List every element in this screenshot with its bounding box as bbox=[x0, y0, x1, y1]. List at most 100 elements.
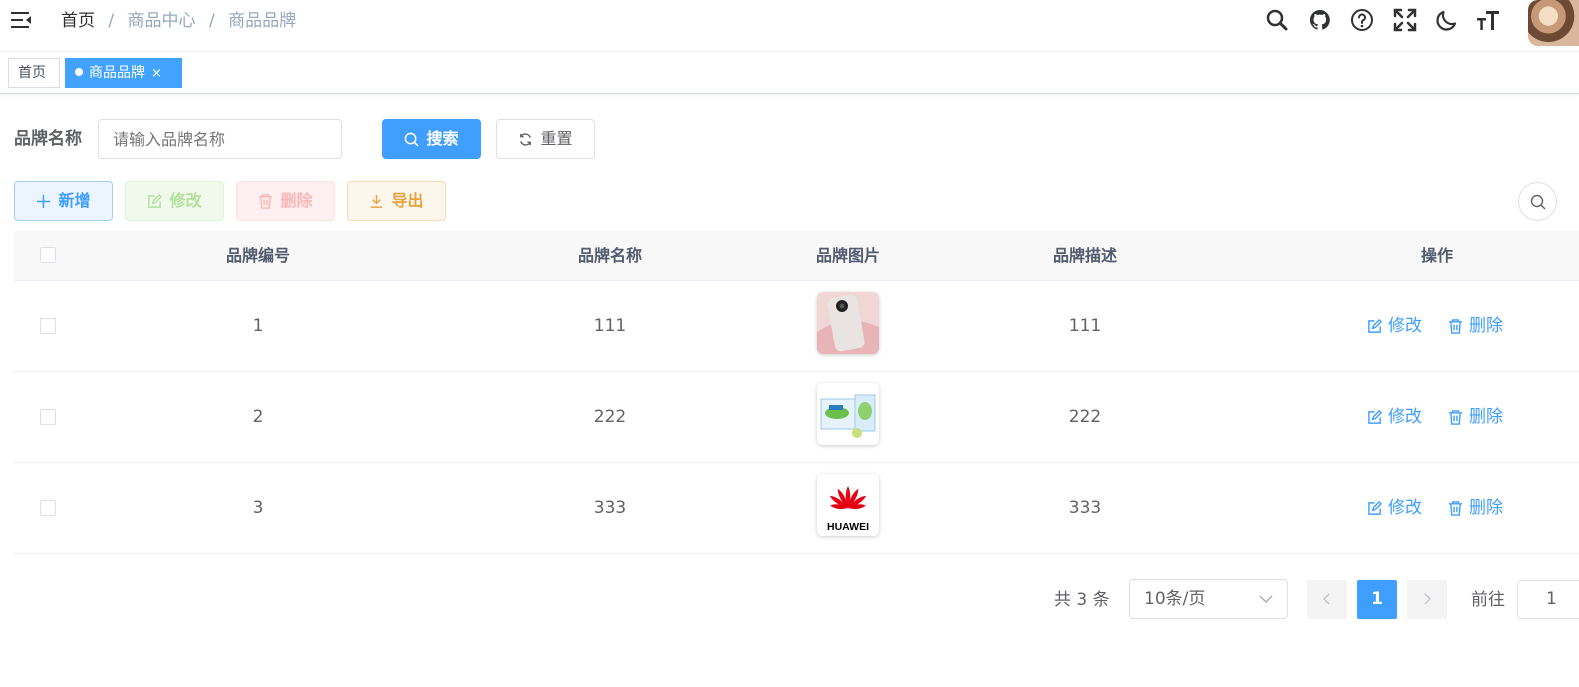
breadcrumb-home[interactable]: 首页 bbox=[61, 11, 95, 31]
goto-label: 前往 bbox=[1471, 590, 1505, 610]
row-delete-label: 删除 bbox=[1469, 316, 1503, 336]
edit-icon bbox=[1368, 318, 1383, 333]
pagination-total: 共 3 条 bbox=[1054, 590, 1110, 610]
table-row: 1 111 111 修改 删除 bbox=[14, 281, 1579, 372]
trash-icon bbox=[1448, 410, 1463, 425]
trash-icon bbox=[1448, 319, 1463, 334]
chevron-down-icon bbox=[1259, 595, 1273, 603]
breadcrumb: 首页 / 商品中心 / 商品品牌 bbox=[61, 9, 296, 33]
row-delete-label: 删除 bbox=[1469, 407, 1503, 427]
fullscreen-icon[interactable] bbox=[1393, 8, 1417, 32]
row-checkbox[interactable] bbox=[40, 318, 56, 334]
breadcrumb-item-goods-center: 商品中心 bbox=[127, 11, 196, 31]
search-icon bbox=[1530, 194, 1546, 210]
trash-icon bbox=[1448, 501, 1463, 516]
cell-brand-name: 222 bbox=[593, 407, 627, 427]
brand-table: 品牌编号 品牌名称 品牌图片 品牌描述 操作 1 111 111 修改 删除 2… bbox=[14, 231, 1579, 554]
table-row: 3 333 HUAWEI 333 修改 删除 bbox=[14, 463, 1579, 554]
huawei-logo-text: HUAWEI bbox=[827, 521, 869, 533]
row-edit-link[interactable]: 修改 bbox=[1367, 281, 1422, 371]
trash-icon bbox=[258, 185, 273, 223]
hamburger-menu-icon[interactable] bbox=[10, 10, 32, 30]
search-button[interactable]: 搜索 bbox=[382, 119, 481, 159]
column-header-brand-desc: 品牌描述 bbox=[1052, 246, 1117, 265]
brand-name-label: 品牌名称 bbox=[14, 129, 82, 149]
cell-brand-id: 2 bbox=[252, 407, 264, 427]
phone-image[interactable] bbox=[817, 292, 879, 354]
edit-icon bbox=[1368, 409, 1383, 424]
page-size-select[interactable]: 10条/页 bbox=[1129, 579, 1288, 619]
huawei-logo[interactable]: HUAWEI bbox=[817, 474, 879, 536]
tissue-pack-image[interactable] bbox=[817, 383, 879, 445]
tag-goods-brand-label: 商品品牌 bbox=[89, 65, 145, 81]
github-icon[interactable] bbox=[1308, 8, 1332, 32]
row-checkbox[interactable] bbox=[40, 500, 56, 516]
delete-button[interactable]: 删除 bbox=[236, 181, 335, 221]
tag-home[interactable]: 首页 bbox=[8, 58, 60, 88]
add-button-label: 新增 bbox=[58, 191, 91, 210]
breadcrumb-separator: / bbox=[208, 11, 215, 31]
plus-icon bbox=[36, 185, 51, 223]
edit-icon bbox=[147, 185, 163, 223]
dark-mode-moon-icon[interactable] bbox=[1435, 8, 1459, 32]
navbar: 首页 / 商品中心 / 商品品牌 bbox=[0, 0, 1579, 52]
breadcrumb-separator: / bbox=[108, 11, 115, 31]
cell-brand-id: 1 bbox=[252, 316, 264, 336]
search-icon bbox=[404, 123, 420, 161]
cell-brand-desc: 333 bbox=[1068, 498, 1102, 518]
help-icon[interactable] bbox=[1350, 8, 1374, 32]
prev-page-button[interactable] bbox=[1307, 580, 1347, 619]
row-edit-label: 修改 bbox=[1388, 316, 1422, 336]
chevron-left-icon bbox=[1323, 593, 1330, 605]
table-row: 2 222 222 修改 删除 bbox=[14, 372, 1579, 463]
column-header-brand-image: 品牌图片 bbox=[815, 246, 880, 265]
row-checkbox[interactable] bbox=[40, 409, 56, 425]
row-delete-link[interactable]: 删除 bbox=[1448, 281, 1503, 371]
goto-page-input[interactable]: 1 bbox=[1517, 580, 1579, 619]
column-header-actions: 操作 bbox=[1420, 246, 1453, 265]
search-icon[interactable] bbox=[1265, 8, 1289, 32]
user-avatar[interactable] bbox=[1528, 0, 1579, 46]
cell-brand-desc: 111 bbox=[1068, 316, 1102, 336]
toggle-search-button[interactable] bbox=[1518, 182, 1557, 221]
column-header-brand-name: 品牌名称 bbox=[577, 246, 642, 265]
row-delete-link[interactable]: 删除 bbox=[1448, 463, 1503, 553]
tags-view: 首页 商品品牌 × bbox=[0, 53, 1579, 94]
next-page-button[interactable] bbox=[1407, 580, 1447, 619]
brand-name-input[interactable] bbox=[98, 119, 342, 159]
edit-icon bbox=[1368, 500, 1383, 515]
row-edit-link[interactable]: 修改 bbox=[1367, 463, 1422, 553]
tag-home-label: 首页 bbox=[18, 65, 46, 81]
row-edit-label: 修改 bbox=[1388, 498, 1422, 518]
download-icon bbox=[369, 185, 384, 223]
cell-brand-id: 3 bbox=[252, 498, 264, 518]
add-button[interactable]: 新增 bbox=[14, 181, 113, 221]
delete-button-label: 删除 bbox=[280, 191, 313, 210]
edit-button[interactable]: 修改 bbox=[125, 181, 224, 221]
table-header: 品牌编号 品牌名称 品牌图片 品牌描述 操作 bbox=[14, 231, 1579, 281]
row-edit-link[interactable]: 修改 bbox=[1367, 372, 1422, 462]
search-button-label: 搜索 bbox=[426, 129, 459, 148]
select-all-checkbox[interactable] bbox=[40, 247, 56, 263]
font-size-icon[interactable] bbox=[1476, 8, 1500, 32]
chevron-right-icon bbox=[1424, 593, 1431, 605]
breadcrumb-item-goods-brand: 商品品牌 bbox=[228, 11, 297, 31]
edit-button-label: 修改 bbox=[169, 191, 202, 210]
column-header-brand-id: 品牌编号 bbox=[225, 246, 290, 265]
reset-button[interactable]: 重置 bbox=[496, 119, 595, 159]
cell-brand-name: 111 bbox=[593, 316, 627, 336]
tag-close-icon[interactable]: × bbox=[151, 66, 162, 81]
export-button-label: 导出 bbox=[391, 191, 424, 210]
refresh-icon bbox=[518, 123, 533, 161]
cell-brand-name: 333 bbox=[593, 498, 627, 518]
export-button[interactable]: 导出 bbox=[347, 181, 446, 221]
active-dot-icon bbox=[75, 68, 83, 76]
reset-button-label: 重置 bbox=[540, 129, 573, 148]
cell-brand-desc: 222 bbox=[1068, 407, 1102, 427]
row-delete-link[interactable]: 删除 bbox=[1448, 372, 1503, 462]
tag-goods-brand[interactable]: 商品品牌 × bbox=[65, 58, 182, 88]
row-delete-label: 删除 bbox=[1469, 498, 1503, 518]
page-number-button[interactable]: 1 bbox=[1357, 580, 1397, 619]
row-edit-label: 修改 bbox=[1388, 407, 1422, 427]
page-size-value: 10条/页 bbox=[1144, 589, 1206, 609]
